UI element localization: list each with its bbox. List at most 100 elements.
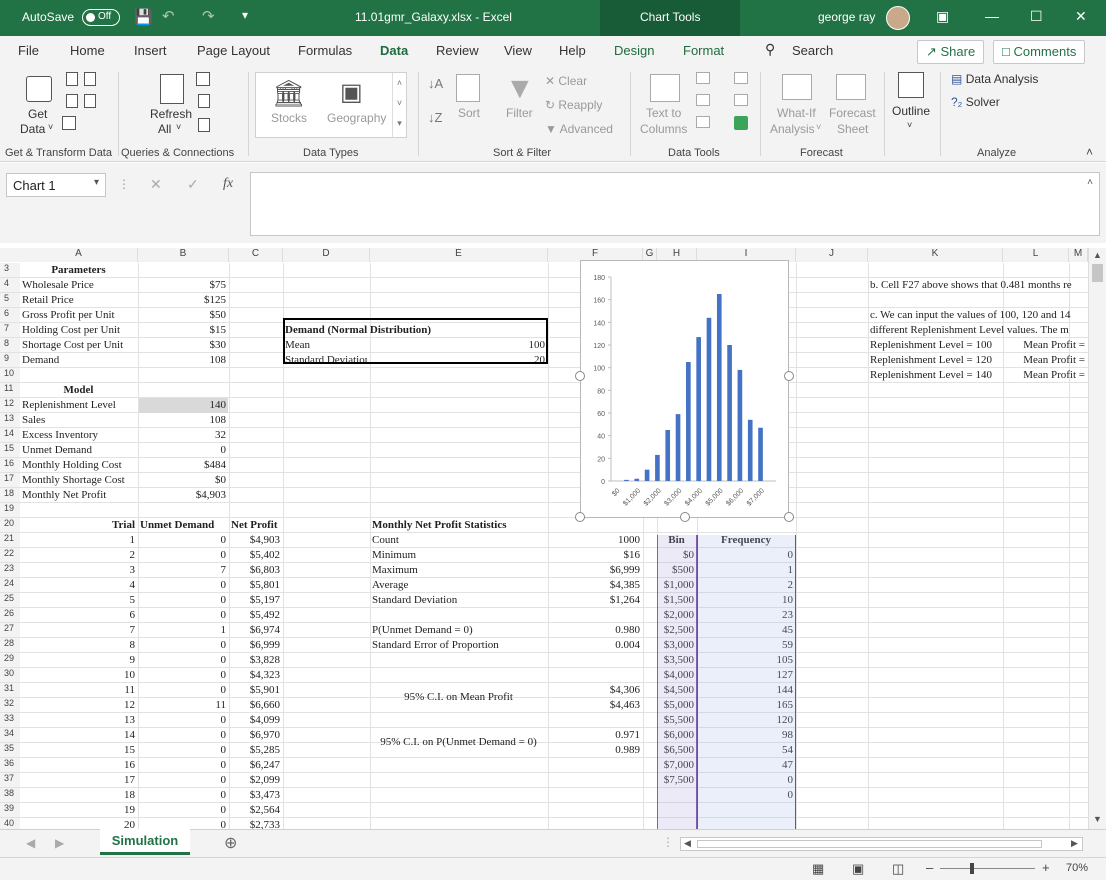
unmet-demand-value[interactable]: 0: [140, 608, 227, 623]
h-scroll-thumb[interactable]: [697, 840, 1042, 848]
tab-file[interactable]: File: [18, 43, 39, 58]
trial-number[interactable]: 3: [22, 563, 136, 578]
what-if-chevron-icon[interactable]: ˅: [816, 122, 821, 132]
row-header[interactable]: 6: [0, 308, 20, 323]
get-data-icon[interactable]: [26, 76, 52, 102]
from-table-icon[interactable]: [66, 94, 78, 108]
data-model-icon[interactable]: [734, 116, 748, 130]
stat-label[interactable]: Maximum: [372, 563, 545, 578]
get-data-chevron-icon[interactable]: ˅: [48, 122, 53, 132]
chart-resize-handle[interactable]: [784, 371, 794, 381]
row-header[interactable]: 39: [0, 803, 20, 818]
stat-label[interactable]: Count: [372, 533, 545, 548]
cancel-icon[interactable]: ✕: [150, 176, 162, 193]
stocks-icon[interactable]: 🏛: [272, 78, 305, 109]
sort-button[interactable]: Sort: [458, 106, 480, 120]
existing-connections-icon[interactable]: [62, 116, 76, 130]
column-header[interactable]: L: [1003, 248, 1069, 262]
model-label[interactable]: Replenishment Level: [22, 398, 135, 413]
row-header[interactable]: 33: [0, 713, 20, 728]
net-profit-value[interactable]: $6,970: [231, 728, 280, 743]
stat-value[interactable]: $6,999: [550, 563, 640, 578]
net-profit-value[interactable]: $4,323: [231, 668, 280, 683]
zoom-out-icon[interactable]: –: [926, 860, 933, 875]
refresh-icon[interactable]: [160, 74, 184, 104]
unmet-demand-value[interactable]: 11: [140, 698, 226, 713]
user-name[interactable]: george ray: [818, 10, 875, 24]
vertical-scrollbar[interactable]: ▲ ▼: [1088, 248, 1106, 829]
row-header[interactable]: 5: [0, 293, 20, 308]
net-profit-value[interactable]: $3,828: [231, 653, 280, 668]
close-icon[interactable]: ✕: [1075, 8, 1087, 25]
unmet-demand-value[interactable]: 0: [140, 713, 227, 728]
row-header[interactable]: 20: [0, 518, 20, 533]
scroll-up-icon[interactable]: ▲: [1093, 250, 1102, 260]
scroll-thumb[interactable]: [1092, 264, 1103, 282]
filter-icon[interactable]: ▼: [505, 72, 535, 106]
net-profit-value[interactable]: $4,903: [231, 533, 280, 548]
trial-number[interactable]: 11: [22, 683, 135, 698]
forecast-sheet-icon[interactable]: [836, 74, 866, 100]
row-header[interactable]: 30: [0, 668, 20, 683]
param-value[interactable]: $125: [140, 293, 226, 308]
trial-number[interactable]: 1: [22, 533, 136, 548]
outline-chevron-icon[interactable]: ˅: [907, 120, 912, 130]
net-profit-value[interactable]: $6,247: [231, 758, 280, 773]
unmet-demand-value[interactable]: 0: [140, 653, 227, 668]
search-box[interactable]: Search: [792, 43, 833, 58]
tab-format[interactable]: Format: [683, 43, 724, 58]
unmet-demand-value[interactable]: 7: [140, 563, 227, 578]
model-label[interactable]: Excess Inventory: [22, 428, 135, 443]
column-header[interactable]: B: [138, 248, 229, 262]
row-header[interactable]: 8: [0, 338, 20, 353]
unmet-demand-value[interactable]: 0: [140, 773, 227, 788]
trial-number[interactable]: 5: [22, 593, 136, 608]
tab-split-icon[interactable]: ⋮: [662, 835, 674, 849]
row-header[interactable]: 25: [0, 593, 20, 608]
row-header[interactable]: 4: [0, 278, 20, 293]
column-header[interactable]: D: [283, 248, 370, 262]
parameters-title[interactable]: Parameters: [22, 263, 135, 278]
stat-label[interactable]: Minimum: [372, 548, 545, 563]
trial-number[interactable]: 4: [22, 578, 136, 593]
note-c[interactable]: c. We can input the values of 100, 120 a…: [870, 308, 1085, 323]
stats-title[interactable]: Monthly Net Profit Statistics: [372, 518, 640, 533]
row-header[interactable]: 12: [0, 398, 20, 413]
net-profit-value[interactable]: $2,099: [231, 773, 280, 788]
tab-page-layout[interactable]: Page Layout: [197, 43, 270, 58]
row-header[interactable]: 37: [0, 773, 20, 788]
note-rl-label[interactable]: Replenishment Level = 100: [870, 338, 1000, 353]
net-profit-value[interactable]: $5,285: [231, 743, 280, 758]
trial-number[interactable]: 15: [22, 743, 135, 758]
model-label[interactable]: Sales: [22, 413, 135, 428]
tab-data[interactable]: Data: [380, 43, 408, 58]
undo-icon[interactable]: ↶: [162, 7, 175, 25]
param-value[interactable]: 108: [140, 353, 227, 368]
from-text-icon[interactable]: [66, 72, 78, 86]
tab-help[interactable]: Help: [559, 43, 586, 58]
formula-input[interactable]: ˄: [250, 172, 1100, 236]
model-value[interactable]: 0: [140, 443, 227, 458]
stat-value[interactable]: $4,385: [550, 578, 640, 593]
net-profit-value[interactable]: $4,099: [231, 713, 280, 728]
name-box-chevron-icon[interactable]: ▾: [94, 177, 99, 188]
data-analysis-button[interactable]: ▤ Data Analysis: [951, 72, 1038, 86]
expand-formula-icon[interactable]: ˄: [1087, 177, 1093, 188]
zoom-in-icon[interactable]: +: [1042, 860, 1050, 875]
tab-insert[interactable]: Insert: [134, 43, 167, 58]
geography-icon[interactable]: ▣: [340, 78, 363, 107]
chart-resize-handle[interactable]: [680, 512, 690, 522]
unmet-demand-value[interactable]: 0: [140, 728, 227, 743]
consolidate-icon[interactable]: [734, 72, 748, 84]
row-header[interactable]: 29: [0, 653, 20, 668]
trial-header[interactable]: Trial: [22, 518, 135, 533]
redo-icon[interactable]: ↷: [202, 7, 215, 25]
stat-value[interactable]: $16: [550, 548, 641, 563]
scroll-left-icon[interactable]: ◀: [684, 838, 691, 849]
chart-resize-handle[interactable]: [575, 371, 585, 381]
column-header[interactable]: M: [1069, 248, 1088, 262]
trial-number[interactable]: 19: [22, 803, 135, 818]
note-mean-profit[interactable]: Mean Profit =: [1005, 338, 1085, 353]
trial-number[interactable]: 7: [22, 623, 136, 638]
stocks-button[interactable]: Stocks: [271, 111, 307, 125]
